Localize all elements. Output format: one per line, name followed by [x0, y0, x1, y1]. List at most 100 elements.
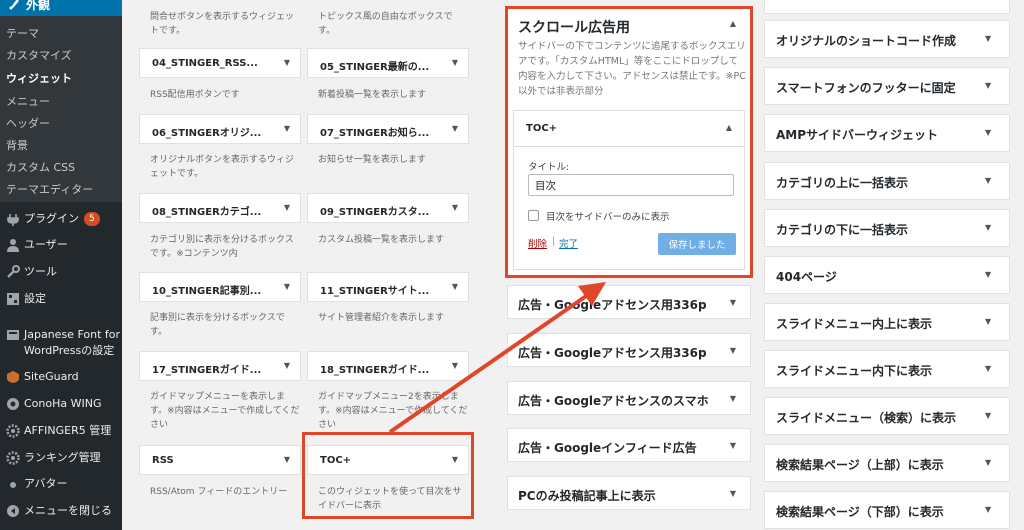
caret-down-icon: ▼ [985, 364, 992, 373]
widget-description: 記事別に表示を分けるボックスです。 [150, 313, 285, 337]
wrench-icon [7, 265, 20, 278]
save-button[interactable]: 保存しました [658, 233, 736, 255]
caret-down-icon: ▼ [985, 505, 992, 514]
widget-description: トピックス風の自由なボックスです。 [318, 12, 453, 36]
available-widget[interactable]: 17_STINGERガイド... ▼ [139, 351, 301, 381]
widget-description: カテゴリ別に表示を分けるボックスです。※コンテンツ内 [150, 235, 294, 259]
widget-description: オリジナルボタンを表示するウィジェットです。 [150, 155, 295, 179]
caret-down-icon: ▼ [985, 458, 992, 467]
area-widget[interactable]: AMPサイドバーウィジェット ▼ [764, 114, 1010, 152]
caret-down-icon: ▼ [451, 58, 458, 67]
delete-link[interactable]: 削除 [528, 236, 547, 250]
menu-ranking-label: ランキング管理 [24, 451, 101, 464]
area-widget[interactable]: PCのみ投稿記事上に表示 ▼ [507, 476, 751, 510]
area-widget[interactable]: スライドメニュー（検索）に表示 ▼ [764, 397, 1010, 435]
submenu-customize[interactable]: カスタマイズ [6, 47, 72, 63]
submenu-header[interactable]: ヘッダー [6, 115, 50, 131]
caret-down-icon: ▼ [985, 81, 992, 90]
caret-up-icon[interactable]: ▲ [730, 19, 736, 28]
menu-japanese-font-label-2: WordPressの設定 [24, 344, 115, 357]
area-widget[interactable]: スマートフォンのフッターに固定 ▼ [764, 67, 1010, 105]
caret-down-icon: ▼ [985, 34, 992, 43]
available-widget[interactable]: 11_STINGERサイト... ▼ [307, 272, 469, 302]
widget-area-description: サイドバーの下でコンテンツに追尾するボックスエリアです。「カスタムHTML」等を… [518, 41, 746, 97]
caret-up-icon[interactable]: ▲ [726, 123, 732, 132]
available-widget[interactable]: 04_STINGER_RSS... ▼ [139, 48, 301, 78]
widget-description: 新着投稿一覧を表示します [318, 90, 427, 100]
available-widget[interactable]: 06_STINGERオリジ... ▼ [139, 114, 301, 144]
done-link[interactable]: 完了 [559, 236, 578, 250]
submenu-custom-css[interactable]: カスタム CSS [6, 159, 75, 175]
siteguard-icon [7, 371, 19, 383]
submenu-themes[interactable]: テーマ [6, 25, 39, 41]
area-widget-partial[interactable] [764, 0, 1010, 14]
sidebar-only-checkbox[interactable] [528, 210, 539, 221]
title-field-label: タイトル: [528, 162, 570, 173]
available-widget[interactable]: 05_STINGER最新の... ▼ [307, 48, 469, 78]
menu-users-label: ユーザー [24, 238, 68, 251]
widget-description: ガイドマップメニュー2を表示します。※内容はメニューで作成してください [318, 392, 468, 430]
gear-icon [6, 424, 20, 438]
avatar-icon [10, 482, 16, 488]
area-widget[interactable]: スライドメニュー内上に表示 ▼ [764, 303, 1010, 341]
available-widget[interactable]: 09_STINGERカスタ... ▼ [307, 193, 469, 223]
caret-down-icon: ▼ [985, 223, 992, 232]
submenu-background[interactable]: 背景 [6, 137, 28, 153]
caret-down-icon: ▼ [283, 124, 290, 133]
widget-description: RSS配信用ボタンです [150, 90, 240, 100]
available-widget-toc[interactable]: TOC+ ▼ [307, 445, 469, 475]
caret-down-icon: ▼ [283, 282, 290, 291]
area-widget[interactable]: 検索結果ページ（上部）に表示 ▼ [764, 444, 1010, 482]
available-widget[interactable]: RSS ▼ [139, 445, 301, 475]
area-widget[interactable]: カテゴリの上に一括表示 ▼ [764, 162, 1010, 200]
toc-widget-header[interactable]: TOC+ ▲ [514, 111, 744, 147]
area-widget[interactable]: スライドメニュー内下に表示 ▼ [764, 350, 1010, 388]
caret-down-icon: ▼ [729, 394, 736, 403]
available-widget[interactable]: 10_STINGER記事別... ▼ [139, 272, 301, 302]
widget-description: ガイドマップメニューを表示します。※内容はメニューで作成してください [150, 392, 300, 430]
submenu-menus[interactable]: メニュー [6, 93, 50, 109]
available-widget[interactable]: 18_STINGERガイド... ▼ [307, 351, 469, 381]
toc-widget-title: TOC+ [526, 123, 558, 134]
caret-down-icon: ▼ [451, 282, 458, 291]
caret-down-icon: ▼ [729, 298, 736, 307]
area-widget[interactable]: カテゴリの下に一括表示 ▼ [764, 209, 1010, 247]
caret-down-icon: ▼ [729, 346, 736, 355]
submenu-theme-editor[interactable]: テーマエディター [6, 181, 93, 197]
admin-sidebar: 外観 テーマ カスタマイズ ウィジェット メニュー ヘッダー 背景 カスタム C… [0, 0, 122, 530]
area-widget[interactable]: オリジナルのショートコード作成 ▼ [764, 20, 1010, 58]
area-widget[interactable]: 404ページ ▼ [764, 256, 1010, 294]
menu-affinger-label: AFFINGER5 管理 [24, 424, 112, 437]
submenu-widgets[interactable]: ウィジェット [6, 70, 72, 86]
caret-down-icon: ▼ [985, 317, 992, 326]
area-widget[interactable]: 広告・Googleアドセンス用336p ▼ [507, 285, 751, 319]
widget-area-title[interactable]: スクロール広告用 [518, 17, 630, 37]
update-count-badge: 5 [84, 212, 100, 226]
menu-avatar-label: アバター [24, 477, 68, 490]
menu-settings-label: 設定 [24, 292, 46, 305]
conoha-icon [7, 398, 19, 410]
area-widget[interactable]: 検索結果ページ（下部）に表示 ▼ [764, 491, 1010, 529]
available-widget[interactable]: 07_STINGERお知ら... ▼ [307, 114, 469, 144]
menu-appearance-label: 外観 [26, 0, 51, 12]
area-widget[interactable]: 広告・Googleアドセンス用336p ▼ [507, 333, 751, 367]
caret-down-icon: ▼ [451, 124, 458, 133]
paintbrush-icon [9, 0, 19, 10]
widget-description: RSS/Atom フィードのエントリー [150, 487, 288, 497]
area-widget[interactable]: 広告・Googleインフィード広告 ▼ [507, 428, 751, 462]
widget-area-scroll-ad: スクロール広告用 ▲ サイドバーの下でコンテンツに追尾するボックスエリアです。「… [507, 8, 751, 276]
collapse-menu-label: メニューを閉じる [24, 504, 112, 517]
widget-description: このウィジェットを使って目次をサイドバーに表示 [318, 487, 462, 511]
title-input[interactable] [528, 174, 734, 196]
caret-down-icon: ▼ [283, 361, 290, 370]
menu-tools-label: ツール [24, 265, 57, 278]
user-icon [7, 239, 19, 252]
widget-description: サイト管理者紹介を表示します [318, 313, 445, 323]
area-widget[interactable]: 広告・Googleアドセンスのスマホ ▼ [507, 381, 751, 415]
caret-down-icon: ▼ [283, 455, 290, 464]
caret-down-icon: ▼ [729, 441, 736, 450]
available-widget[interactable]: 08_STINGERカテゴ... ▼ [139, 193, 301, 223]
menu-appearance[interactable]: 外観 [0, 0, 122, 16]
caret-down-icon: ▼ [451, 203, 458, 212]
toc-widget: TOC+ ▲ タイトル: 目次をサイドバーのみに表示 削除 | 完了 保存しまし… [513, 110, 745, 270]
